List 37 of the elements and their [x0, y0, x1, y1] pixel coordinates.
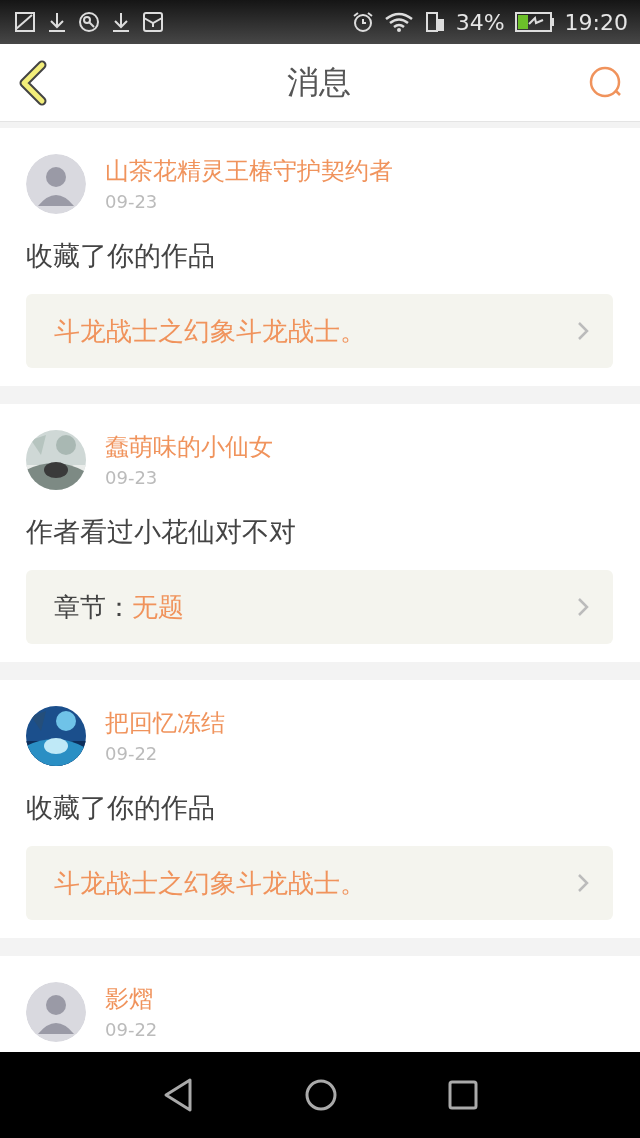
work-title: 斗龙战士之幻象斗龙战士。: [54, 866, 366, 900]
wifi-icon: [383, 11, 414, 33]
download-icon: [46, 11, 68, 33]
work-link[interactable]: 斗龙战士之幻象斗龙战士。: [26, 846, 613, 920]
work-title: 斗龙战士之幻象斗龙战士。: [54, 314, 366, 348]
user-name[interactable]: 蠢萌味的小仙女: [105, 432, 273, 461]
user-name[interactable]: 影熠: [105, 984, 158, 1013]
message-text: 收藏了你的作品: [26, 239, 216, 273]
page-title: 消息: [287, 61, 351, 103]
message-date: 09-23: [105, 190, 159, 212]
image-icon: [14, 11, 36, 33]
alarm-icon: [351, 11, 374, 33]
message-text: 作者看过小花仙对不对: [26, 515, 297, 549]
work-link[interactable]: 斗龙战士之幻象斗龙战士。: [26, 294, 613, 368]
chevron-right-icon: [577, 873, 589, 893]
chapter-label: 章节：: [54, 590, 132, 624]
user-name[interactable]: 山茶花精灵王椿守护契约者: [105, 156, 393, 185]
clock-time: 19:20: [564, 9, 628, 35]
chapter-link[interactable]: 章节：无题: [26, 570, 613, 644]
chapter-title: 无题: [132, 590, 184, 624]
battery-charging-icon: [514, 12, 555, 32]
user-name[interactable]: 把回忆冻结: [105, 708, 225, 737]
avatar-icon: [26, 982, 86, 1042]
recents-nav-button[interactable]: [448, 1080, 478, 1110]
message-date: 09-23: [105, 466, 159, 488]
message-date: 09-22: [105, 742, 159, 764]
battery-percentage: 34%: [455, 9, 505, 35]
back-nav-button[interactable]: [162, 1077, 194, 1113]
envelope-icon: [142, 11, 164, 33]
message-date: 09-22: [105, 1018, 158, 1040]
home-nav-button[interactable]: [304, 1078, 338, 1112]
chevron-right-icon: [577, 321, 589, 341]
avatar-icon: [26, 154, 86, 214]
chevron-right-icon: [577, 597, 589, 617]
message-text: 收藏了你的作品: [26, 791, 216, 825]
download-icon: [110, 11, 132, 33]
sim-card-icon: [423, 11, 446, 33]
